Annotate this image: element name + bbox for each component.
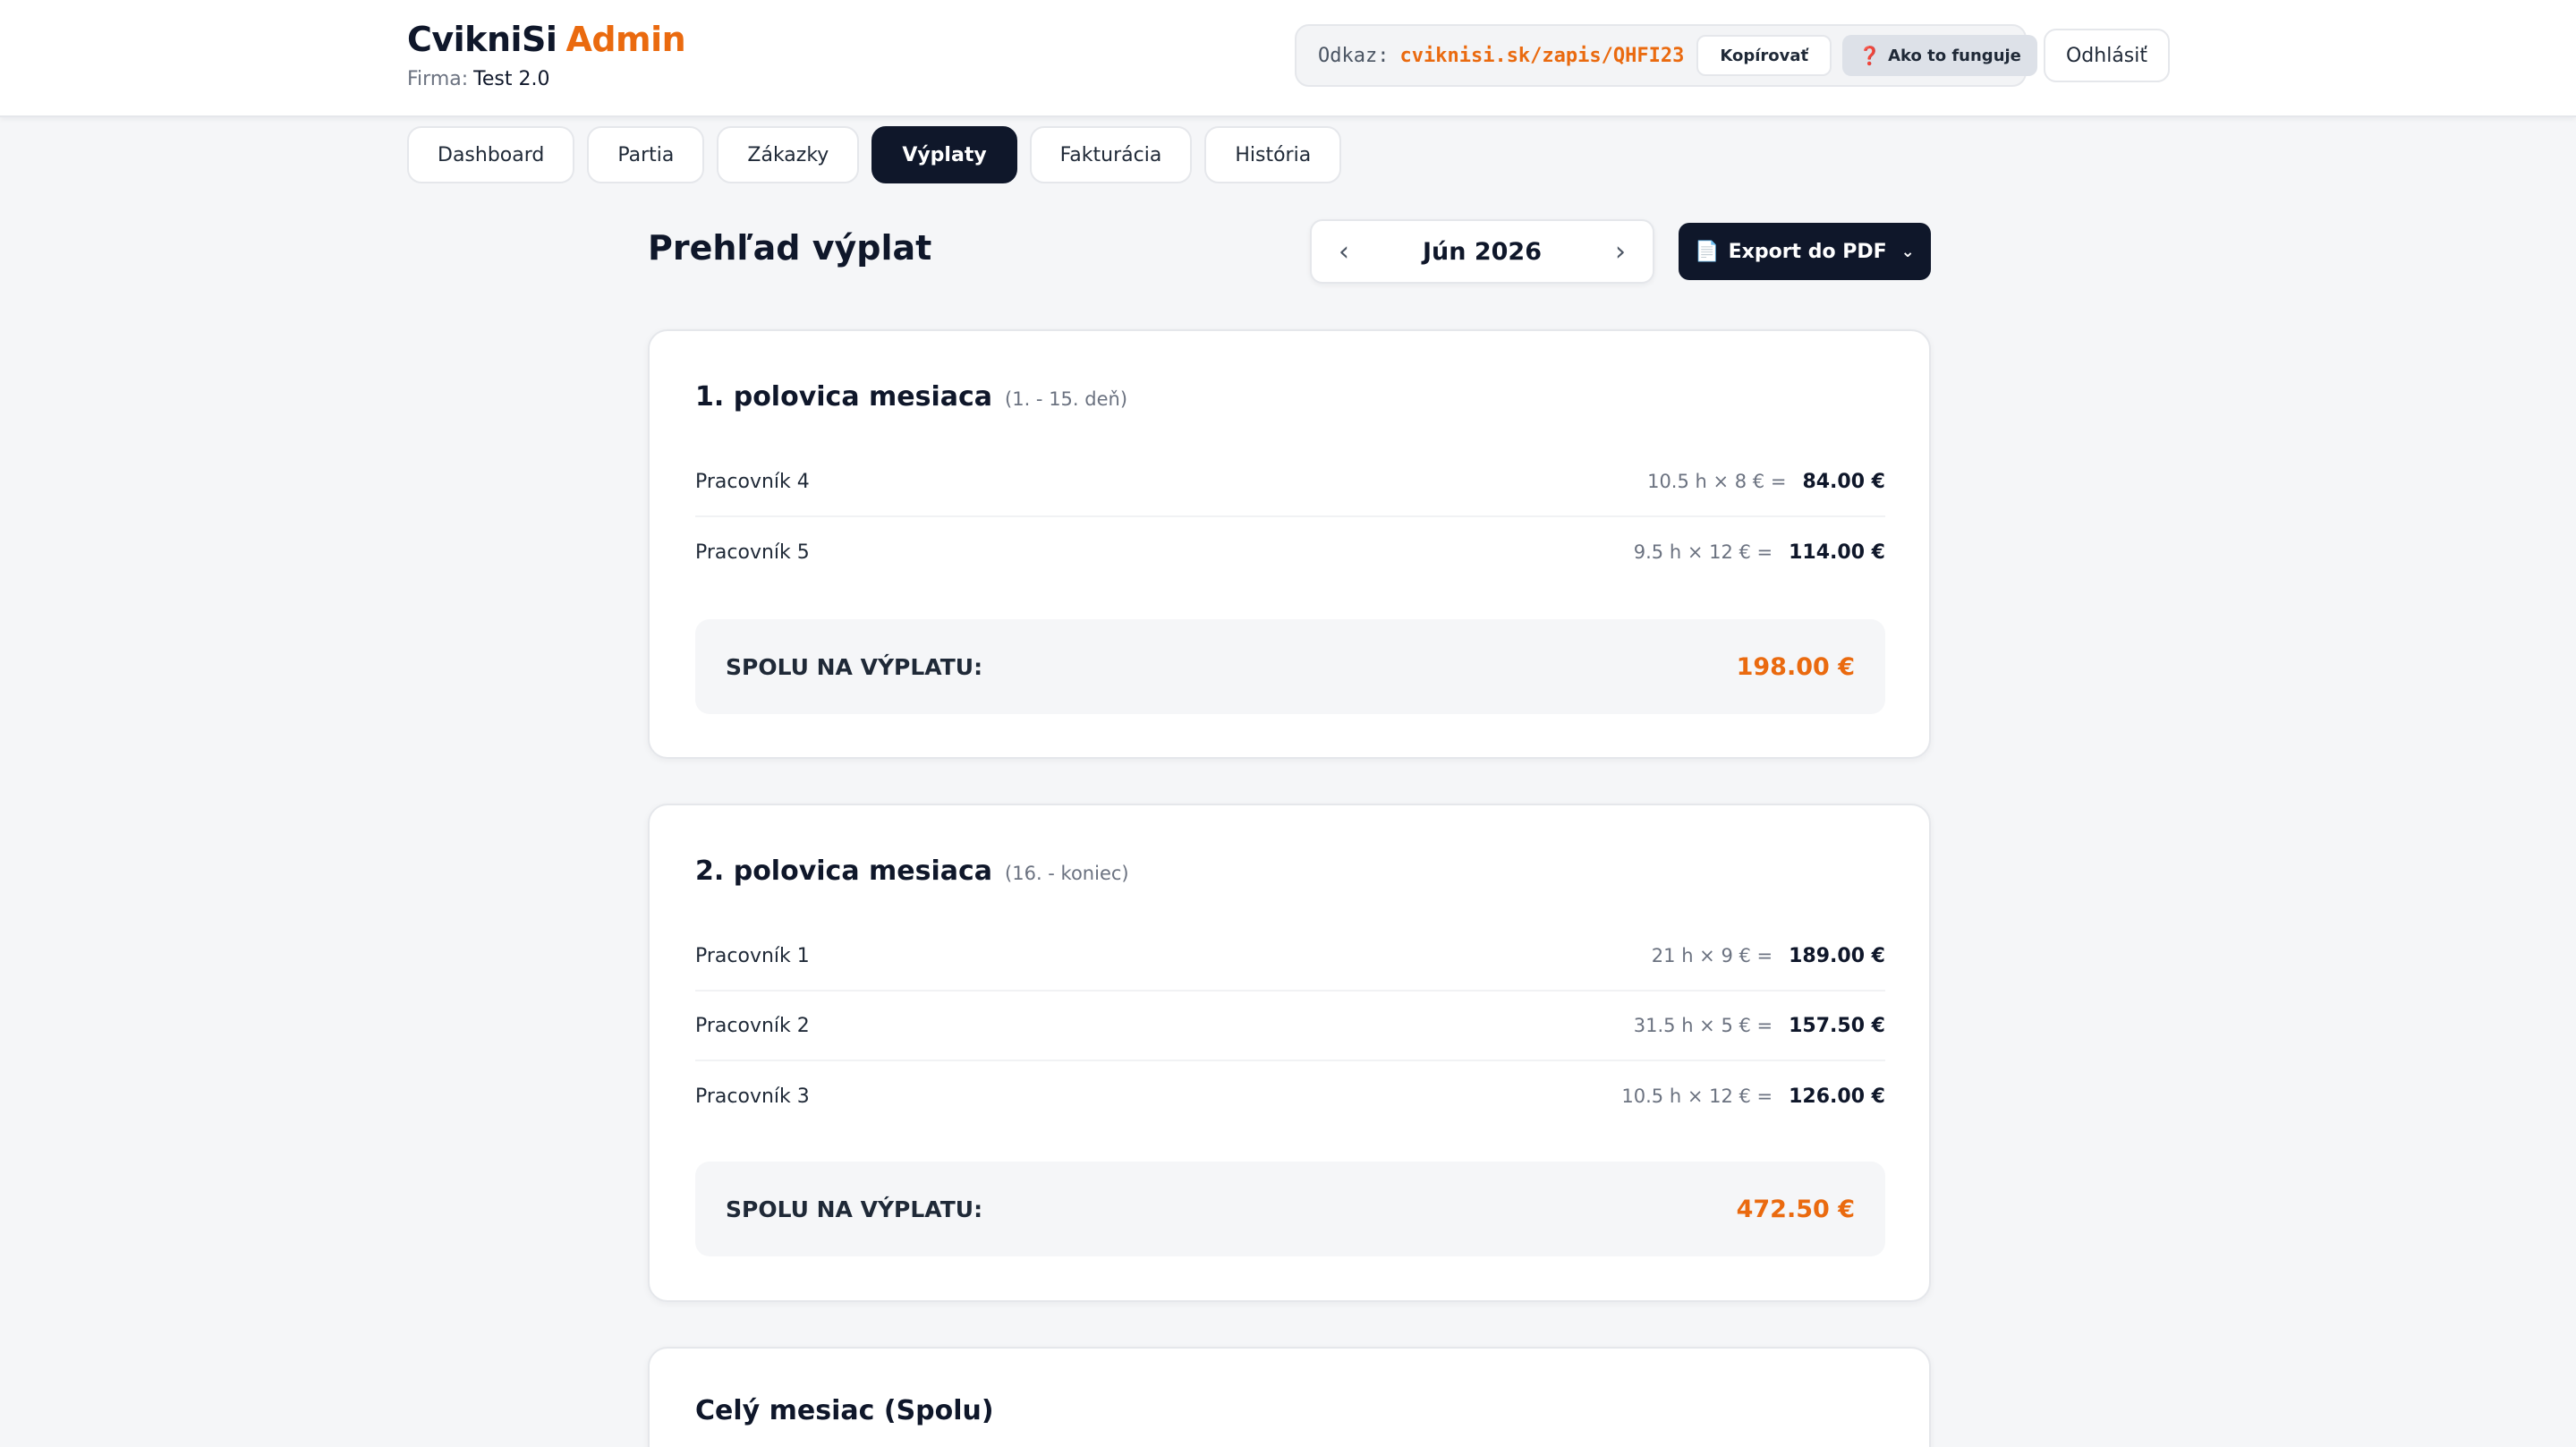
brand-accent: Admin <box>565 20 686 59</box>
firm-name: Test 2.0 <box>473 68 550 90</box>
brand-name: CvikniSi <box>407 20 557 59</box>
table-row: Pracovník 2 31.5 h × 5 € = 157.50 € <box>695 992 1885 1061</box>
logout-button[interactable]: Odhlásiť <box>2044 29 2170 82</box>
section-title: Celý mesiac (Spolu) <box>695 1395 994 1426</box>
section-title: 1. polovica mesiaca (1. - 15. deň) <box>695 381 1127 413</box>
export-pdf-button[interactable]: 📄 Export do PDF ⌄ <box>1679 223 1931 280</box>
payout-amount: 189.00 € <box>1789 944 1885 967</box>
payout-amount: 126.00 € <box>1789 1085 1885 1108</box>
page-title: Prehľad výplat <box>648 228 932 268</box>
section-total: SPOLU NA VÝPLATU: 198.00 € <box>695 619 1885 714</box>
chevron-right-icon[interactable]: › <box>1615 236 1626 268</box>
tab-vyplaty[interactable]: Výplaty <box>871 126 1017 183</box>
table-row: Pracovník 4 10.5 h × 8 € = 84.00 € <box>695 447 1885 517</box>
hours-calculation: 10.5 h × 12 € = <box>1621 1085 1773 1107</box>
hours-calculation: 9.5 h × 12 € = <box>1633 541 1773 563</box>
total-value: 472.50 € <box>1736 1195 1855 1223</box>
tab-zakazky[interactable]: Zákazky <box>717 126 860 183</box>
worker-name: Pracovník 3 <box>695 1085 810 1108</box>
section-title: 2. polovica mesiaca (16. - koniec) <box>695 855 1129 887</box>
payout-amount: 157.50 € <box>1789 1014 1885 1037</box>
section-date-range: (1. - 15. deň) <box>1005 388 1128 410</box>
company-info: Firma: Test 2.0 <box>407 68 549 90</box>
firm-label: Firma: <box>407 68 469 90</box>
worker-name: Pracovník 5 <box>695 540 810 564</box>
document-icon: 📄 <box>1695 240 1720 263</box>
top-bar: CvikniSi Admin Firma: Test 2.0 Odkaz: cvik… <box>0 0 2576 117</box>
chevron-down-icon: ⌄ <box>1900 242 1915 261</box>
registration-link-url[interactable]: cviknisi.sk/zapis/QHFI23 <box>1399 45 1684 67</box>
worker-name: Pracovník 1 <box>695 944 810 967</box>
month-selector: ‹ Jún 2026 › <box>1310 219 1654 284</box>
export-pdf-label: Export do PDF <box>1728 240 1887 263</box>
tab-dashboard[interactable]: Dashboard <box>407 126 575 183</box>
payout-amount: 114.00 € <box>1789 540 1885 564</box>
how-it-works-button[interactable]: ❓ Ako to funguje <box>1842 35 2037 76</box>
how-it-works-label: Ako to funguje <box>1888 46 2021 65</box>
section-date-range: (16. - koniec) <box>1005 863 1129 884</box>
total-label: SPOLU NA VÝPLATU: <box>726 653 983 680</box>
hours-calculation: 31.5 h × 5 € = <box>1633 1015 1773 1036</box>
app-logo[interactable]: CvikniSi Admin <box>407 20 686 59</box>
worker-name: Pracovník 2 <box>695 1014 810 1037</box>
current-month: Jún 2026 <box>1422 237 1543 266</box>
hours-calculation: 21 h × 9 € = <box>1651 945 1773 966</box>
table-row: Pracovník 3 10.5 h × 12 € = 126.00 € <box>695 1061 1885 1131</box>
question-mark-icon: ❓ <box>1858 45 1882 66</box>
chevron-left-icon[interactable]: ‹ <box>1339 236 1349 268</box>
table-row: Pracovník 1 21 h × 9 € = 189.00 € <box>695 922 1885 992</box>
main-nav-tabs: Dashboard Partia Zákazky Výplaty Fakturá… <box>407 126 1342 183</box>
tab-fakturacia[interactable]: Fakturácia <box>1029 126 1193 183</box>
table-row: Pracovník 5 9.5 h × 12 € = 114.00 € <box>695 517 1885 587</box>
tab-historia[interactable]: História <box>1204 126 1342 183</box>
copy-link-button[interactable]: Kopírovať <box>1696 35 1832 76</box>
section-total: SPOLU NA VÝPLATU: 472.50 € <box>695 1162 1885 1256</box>
total-label: SPOLU NA VÝPLATU: <box>726 1196 983 1222</box>
section-title-text: 1. polovica mesiaca <box>695 381 993 413</box>
section-title-text: Celý mesiac (Spolu) <box>695 1395 994 1426</box>
link-label: Odkaz: <box>1318 44 1390 67</box>
tab-partia[interactable]: Partia <box>587 126 705 183</box>
section-title-text: 2. polovica mesiaca <box>695 855 993 887</box>
payout-card-second-half: 2. polovica mesiaca (16. - koniec) Pracov… <box>648 804 1931 1302</box>
worker-name: Pracovník 4 <box>695 470 810 493</box>
registration-link-box: Odkaz: cviknisi.sk/zapis/QHFI23 Kopírova… <box>1295 24 2037 87</box>
payout-card-full-month: Celý mesiac (Spolu) <box>648 1347 1931 1447</box>
payout-amount: 84.00 € <box>1802 470 1885 493</box>
payout-card-first-half: 1. polovica mesiaca (1. - 15. deň) Pracov… <box>648 329 1931 759</box>
total-value: 198.00 € <box>1736 652 1855 681</box>
hours-calculation: 10.5 h × 8 € = <box>1647 471 1787 492</box>
